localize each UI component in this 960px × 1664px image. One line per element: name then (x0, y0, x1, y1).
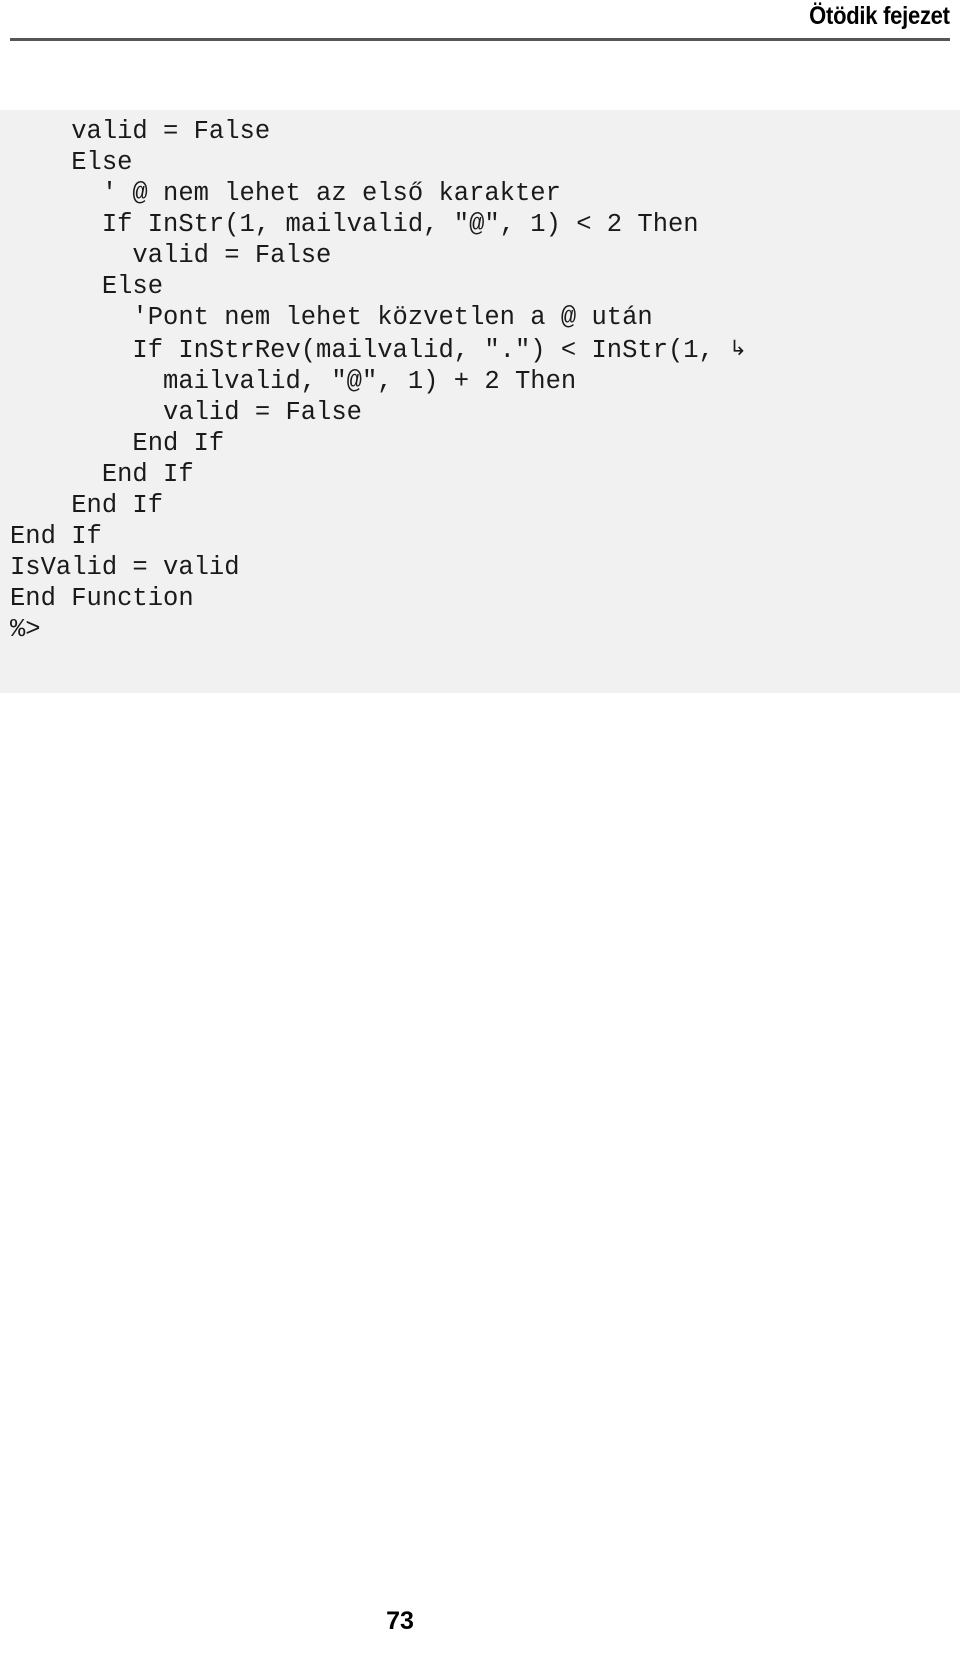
code-line: Else (10, 272, 164, 301)
running-head-title: Ötödik fejezet (809, 2, 950, 30)
code-line: If InStrRev(mailvalid, ".") < InStr(1, ↳ (10, 336, 747, 365)
code-line: valid = False (10, 398, 362, 427)
code-line: valid = False (10, 241, 332, 270)
code-line: mailvalid, "@", 1) + 2 Then (10, 367, 577, 396)
code-line: 'Pont nem lehet közvetlen a @ után (10, 303, 653, 332)
code-line: ' @ nem lehet az első karakter (10, 179, 561, 208)
code-line: %> (10, 615, 41, 644)
code-line: IsValid = valid (10, 553, 240, 582)
page-header: Ötödik fejezet (10, 0, 950, 42)
line-continuation-icon: ↳ (729, 336, 747, 360)
code-line: End If (10, 522, 102, 551)
code-line: Else (10, 148, 133, 177)
code-line: End If (10, 491, 164, 520)
code-line: End If (10, 429, 225, 458)
code-line: If InStr(1, mailvalid, "@", 1) < 2 Then (10, 210, 699, 239)
code-line: End If (10, 460, 194, 489)
code-line: End Function (10, 584, 194, 613)
header-rule (10, 38, 950, 41)
code-listing: valid = False Else ' @ nem lehet az első… (0, 110, 960, 693)
code-line: valid = False (10, 117, 271, 146)
page-number: 73 (386, 1607, 414, 1635)
